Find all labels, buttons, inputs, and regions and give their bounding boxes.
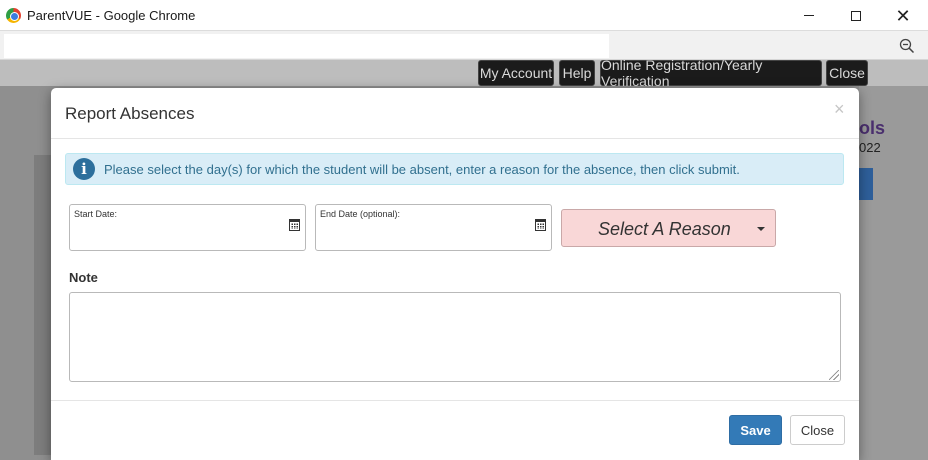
- info-alert-text: Please select the day(s) for which the s…: [104, 162, 740, 177]
- window-titlebar: ParentVUE - Google Chrome ✕: [0, 0, 928, 31]
- url-field[interactable]: [4, 34, 609, 58]
- info-alert: i Please select the day(s) for which the…: [65, 153, 844, 185]
- close-button[interactable]: Close: [790, 415, 845, 445]
- modal-title: Report Absences: [65, 104, 195, 123]
- note-textarea[interactable]: [69, 292, 841, 382]
- address-bar: [0, 31, 928, 60]
- end-date-field[interactable]: End Date (optional):: [315, 204, 552, 251]
- start-date-input[interactable]: [74, 223, 279, 247]
- end-date-label: End Date (optional):: [320, 209, 401, 219]
- modal-footer: Save Close: [51, 400, 859, 460]
- window-title: ParentVUE - Google Chrome: [27, 8, 196, 23]
- save-button[interactable]: Save: [729, 415, 782, 445]
- nav-online-registration[interactable]: Online Registration/Yearly Verification: [600, 60, 822, 89]
- nav-close[interactable]: Close: [826, 60, 868, 86]
- calendar-icon[interactable]: [289, 219, 300, 231]
- zoom-out-icon[interactable]: [899, 38, 915, 54]
- end-date-input[interactable]: [320, 223, 525, 247]
- modal-close-icon[interactable]: ×: [834, 99, 845, 120]
- minimize-icon: [804, 15, 814, 16]
- start-date-label: Start Date:: [74, 209, 118, 219]
- nav-help[interactable]: Help: [559, 60, 595, 86]
- maximize-icon: [851, 10, 861, 21]
- close-icon: ✕: [895, 5, 911, 26]
- select-reason-dropdown[interactable]: Select A Reason: [561, 209, 776, 247]
- background-school-name: ols: [859, 118, 886, 138]
- modal-header: Report Absences ×: [51, 88, 859, 139]
- background-school-year: 022: [859, 140, 881, 155]
- window-close-button[interactable]: ✕: [880, 0, 926, 31]
- minimize-button[interactable]: [786, 0, 832, 31]
- select-reason-label: Select A Reason: [598, 219, 731, 239]
- note-label: Note: [69, 270, 98, 285]
- info-icon: i: [73, 158, 95, 180]
- chrome-logo-icon: [6, 8, 21, 23]
- background-button: [859, 168, 873, 200]
- maximize-button[interactable]: [833, 0, 879, 31]
- resize-handle-icon[interactable]: [829, 370, 839, 380]
- nav-my-account[interactable]: My Account: [478, 60, 554, 86]
- caret-down-icon: [757, 227, 765, 231]
- start-date-field[interactable]: Start Date:: [69, 204, 306, 251]
- calendar-icon[interactable]: [535, 219, 546, 231]
- report-absences-modal: Report Absences × i Please select the da…: [51, 88, 859, 460]
